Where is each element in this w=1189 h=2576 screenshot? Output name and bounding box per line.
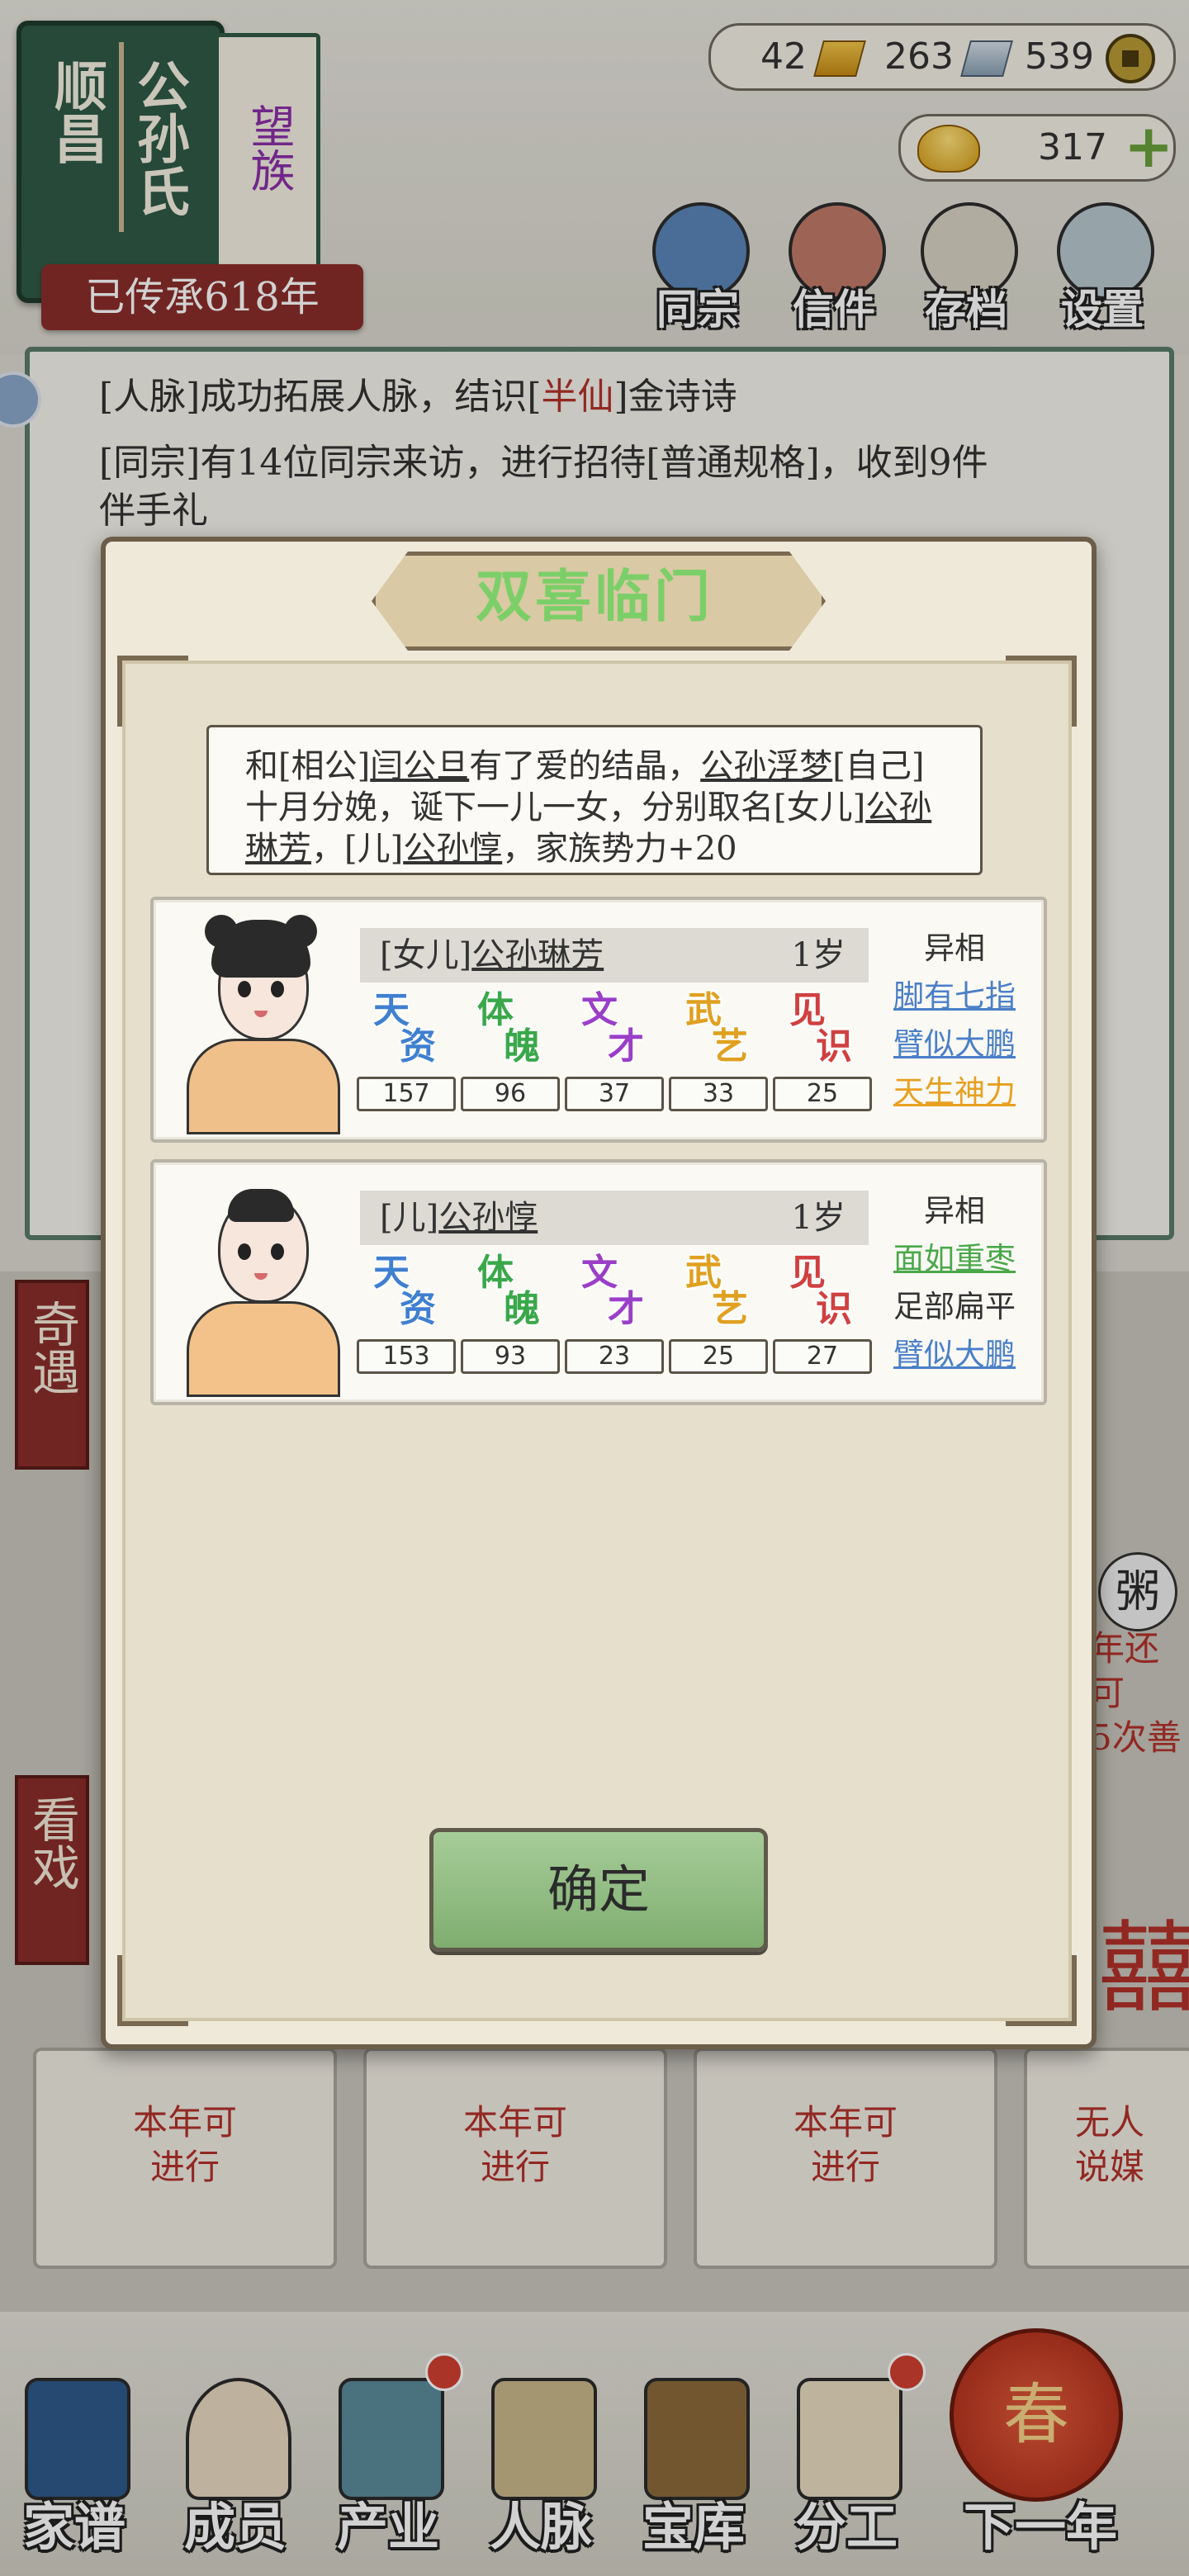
trait-list: 异相 面如重枣 足部扁平 臂似大鹏 <box>880 1187 1029 1379</box>
child-name: [女儿]公孙琳芳 <box>380 928 604 983</box>
stat-physique-glyph-1: 体 <box>477 1252 514 1294</box>
stat-physique-glyph-2: 魄 <box>504 1025 540 1068</box>
trait-header: 异相 <box>924 930 985 966</box>
desc-text-2: 有了爱的结晶， <box>469 747 701 785</box>
stat-physique: 体魄 <box>464 1253 561 1352</box>
child-name: [儿]公孙惇 <box>380 1191 538 1245</box>
trait-text: 足部扁平 <box>893 1289 1016 1324</box>
son-avatar[interactable] <box>187 1177 340 1397</box>
stat-physique-value: 96 <box>461 1077 560 1111</box>
stat-literacy: 文才 <box>568 1253 666 1352</box>
avatar-eye-left <box>238 981 251 997</box>
stat-physique-value: 93 <box>461 1339 560 1374</box>
trait-link[interactable]: 臂似大鹏 <box>893 1337 1016 1372</box>
stat-martial-value: 33 <box>669 1077 768 1111</box>
confirm-button[interactable]: 确定 <box>429 1828 768 1952</box>
stat-insight: 见识 <box>776 1253 874 1352</box>
dialog-title: 双喜临门 <box>475 564 713 630</box>
stat-literacy-value: 23 <box>565 1339 664 1374</box>
child-relation: [儿] <box>380 1199 439 1237</box>
stat-aptitude-glyph-1: 天 <box>373 989 410 1031</box>
spouse-name-link[interactable]: 闫公旦 <box>370 747 469 785</box>
child-name-bar: [儿]公孙惇 1岁 <box>360 1191 869 1245</box>
child-age: 1岁 <box>791 936 846 974</box>
frame-corner-br <box>1006 1955 1077 2026</box>
child-card-son[interactable]: [儿]公孙惇 1岁 天资 体魄 文才 武艺 见识 153 93 23 25 27… <box>150 1159 1047 1405</box>
self-name-link[interactable]: 公孙浮梦 <box>700 747 832 785</box>
stat-insight-value: 27 <box>773 1339 872 1374</box>
avatar-hair <box>228 1189 294 1222</box>
stat-literacy-glyph-2: 才 <box>608 1025 644 1068</box>
trait-list: 异相 脚有七指 臂似大鹏 天生神力 <box>880 925 1029 1116</box>
stat-insight-glyph-2: 识 <box>816 1288 852 1330</box>
desc-text-1: 和[相公] <box>245 747 371 785</box>
desc-text-4: ，[儿] <box>311 830 404 868</box>
stat-martial-glyph-2: 艺 <box>712 1288 748 1330</box>
stat-aptitude-glyph-1: 天 <box>373 1252 410 1294</box>
stat-literacy: 文才 <box>568 991 666 1090</box>
stat-aptitude: 天资 <box>360 1253 457 1352</box>
stat-martial: 武艺 <box>672 991 770 1090</box>
stat-insight: 见识 <box>776 991 874 1090</box>
stat-literacy-glyph-1: 文 <box>581 989 618 1031</box>
stat-martial-glyph-1: 武 <box>685 1252 722 1294</box>
frame-corner-tr <box>1006 656 1077 727</box>
trait-header: 异相 <box>924 1193 985 1229</box>
trait-link[interactable]: 脚有七指 <box>893 978 1016 1014</box>
stat-aptitude-value: 153 <box>357 1339 456 1374</box>
stat-insight-value: 25 <box>773 1077 872 1111</box>
child-name-bar: [女儿]公孙琳芳 1岁 <box>360 928 869 983</box>
child-name-link[interactable]: 公孙琳芳 <box>471 936 604 974</box>
stat-insight-glyph-1: 见 <box>789 1252 826 1294</box>
frame-corner-tl <box>117 656 188 727</box>
trait-link[interactable]: 面如重枣 <box>893 1241 1016 1276</box>
stat-physique-glyph-1: 体 <box>477 989 514 1031</box>
son-name-link[interactable]: 公孙惇 <box>403 830 502 868</box>
avatar-body <box>187 1301 340 1397</box>
stat-physique-glyph-2: 魄 <box>504 1288 540 1330</box>
frame-corner-bl <box>117 1955 188 2026</box>
avatar-eye-right <box>271 1243 284 1260</box>
desc-text-5: ，家族势力+20 <box>502 830 737 868</box>
child-age: 1岁 <box>791 1199 846 1237</box>
stat-martial-value: 25 <box>669 1339 768 1374</box>
stat-martial-glyph-2: 艺 <box>712 1025 748 1068</box>
stat-physique: 体魄 <box>464 991 561 1090</box>
event-description: 和[相公]闫公旦有了爱的结晶，公孙浮梦[自己]十月分娩，诞下一儿一女，分别取名[… <box>206 725 983 875</box>
stat-literacy-glyph-1: 文 <box>581 1252 618 1294</box>
child-name-link[interactable]: 公孙惇 <box>438 1199 538 1237</box>
child-card-daughter[interactable]: [女儿]公孙琳芳 1岁 天资 体魄 文才 武艺 见识 157 96 37 33 … <box>150 897 1047 1143</box>
stat-aptitude: 天资 <box>360 991 457 1090</box>
avatar-eye-right <box>271 981 284 997</box>
trait-link[interactable]: 臂似大鹏 <box>893 1026 1016 1062</box>
avatar-body <box>187 1039 340 1134</box>
stat-literacy-value: 37 <box>565 1077 664 1111</box>
stat-aptitude-value: 157 <box>357 1077 456 1111</box>
stat-literacy-glyph-2: 才 <box>608 1288 644 1330</box>
stat-aptitude-glyph-2: 资 <box>400 1288 436 1330</box>
stat-martial-glyph-1: 武 <box>685 989 722 1031</box>
daughter-avatar[interactable] <box>187 915 340 1134</box>
child-relation: [女儿] <box>380 936 472 974</box>
stat-aptitude-glyph-2: 资 <box>400 1025 436 1068</box>
stat-martial: 武艺 <box>672 1253 770 1352</box>
stat-insight-glyph-1: 见 <box>789 989 826 1031</box>
avatar-eye-left <box>238 1243 251 1260</box>
stat-insight-glyph-2: 识 <box>816 1025 852 1068</box>
trait-link[interactable]: 天生神力 <box>893 1074 1016 1110</box>
